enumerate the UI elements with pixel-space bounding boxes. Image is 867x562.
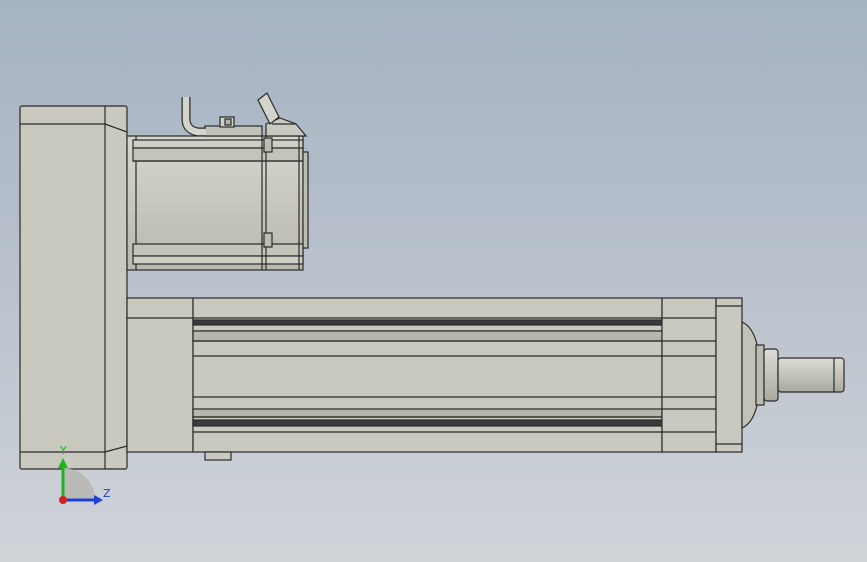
triad-quadrant xyxy=(63,468,95,500)
side-housing[interactable] xyxy=(19,105,128,470)
z-axis-label: Z xyxy=(103,487,111,500)
cad-viewport[interactable]: Y Z xyxy=(0,0,867,562)
end-cap[interactable] xyxy=(661,297,743,453)
model-view: Y Z xyxy=(19,92,845,505)
motor-connector[interactable] xyxy=(204,116,308,137)
cable-pipe xyxy=(181,97,206,137)
cable-gland xyxy=(257,92,280,125)
servo-motor[interactable] xyxy=(126,135,309,271)
actuator-body[interactable] xyxy=(126,297,663,461)
y-axis-label: Y xyxy=(59,444,67,457)
x-axis-origin-dot xyxy=(59,496,67,504)
z-axis-arrowhead xyxy=(94,495,103,505)
piston-rod[interactable] xyxy=(741,321,845,429)
